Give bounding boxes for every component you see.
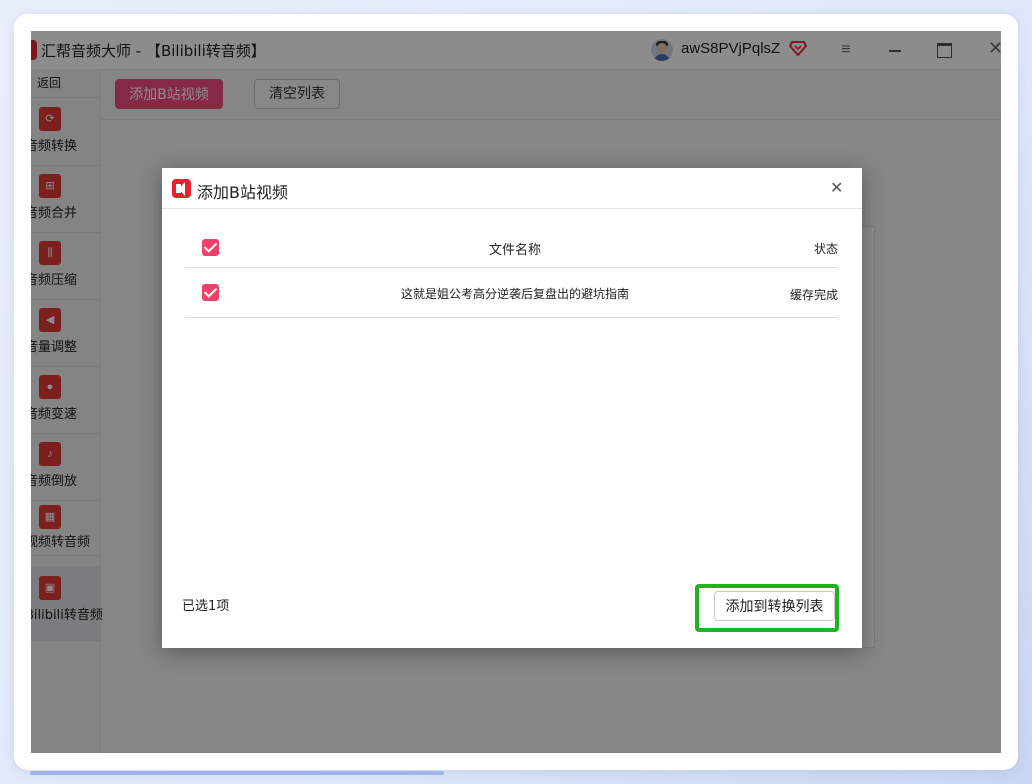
column-header-file-name: 文件名称	[488, 243, 541, 258]
selected-count-label: 已选1项	[182, 599, 230, 614]
dialog-title: 添加B站视频	[197, 183, 288, 202]
horizontal-scrollbar[interactable]	[30, 771, 444, 775]
row-checkbox[interactable]	[202, 284, 219, 301]
speaker-icon	[172, 179, 191, 198]
file-name-cell: 这就是姐公考高分逆袭后复盘出的避坑指南	[400, 287, 629, 301]
app-window: 汇帮音频大师 - 【Bilibili转音频】 awS8PVjPqlsZ ≡ ✕ …	[31, 31, 1001, 753]
add-bilibili-video-dialog: 添加B站视频 ✕ 文件名称 状态 这就是姐公考高分逆袭后复盘出的避坑指南 缓存完…	[162, 168, 862, 648]
table-row[interactable]: 这就是姐公考高分逆袭后复盘出的避坑指南 缓存完成	[185, 268, 838, 318]
select-all-checkbox[interactable]	[202, 239, 219, 256]
column-header-status: 状态	[813, 242, 838, 256]
table-header-row: 文件名称 状态	[185, 228, 838, 268]
dialog-header: 添加B站视频 ✕	[162, 168, 862, 209]
add-to-convert-list-button[interactable]: 添加到转换列表	[714, 591, 835, 621]
dialog-close-icon[interactable]: ✕	[830, 178, 843, 198]
status-cell: 缓存完成	[789, 288, 838, 302]
